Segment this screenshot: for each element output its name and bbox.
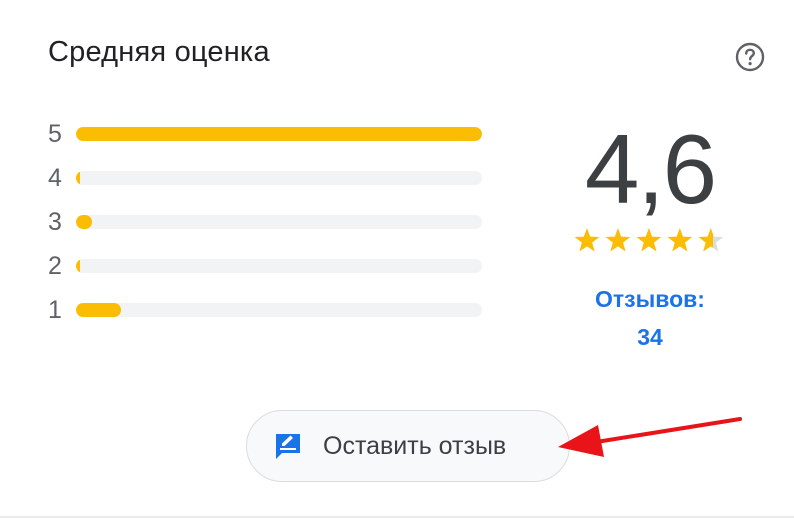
star-icon: [698, 228, 724, 252]
rating-row-label: 5: [48, 120, 62, 148]
card-title: Средняя оценка: [48, 36, 270, 68]
rating-bar-fill: [76, 215, 93, 229]
write-review-button[interactable]: Оставить отзыв: [246, 410, 570, 482]
write-review-label: Оставить отзыв: [323, 432, 507, 460]
rating-bar-track: [76, 171, 482, 185]
annotation-arrow: [558, 417, 742, 457]
star-icon: [605, 228, 631, 252]
rating-bar-fill: [76, 171, 81, 185]
rating-bar-fill: [76, 259, 81, 273]
rating-row-label: 3: [48, 208, 62, 236]
help-circle-icon[interactable]: [734, 41, 766, 73]
rating-row-5[interactable]: 5: [48, 118, 488, 162]
average-score: 4,6: [584, 114, 717, 224]
rating-row-label: 4: [48, 164, 62, 192]
rating-bar-track: [76, 303, 482, 317]
rating-bar-fill: [76, 303, 121, 317]
rating-bar-track: [76, 259, 482, 273]
star-icon: [667, 228, 693, 252]
star-icon: [636, 228, 662, 252]
rating-bar-track: [76, 215, 482, 229]
rating-row-label: 2: [48, 252, 62, 280]
rating-bar-fill: [76, 127, 482, 141]
rating-bar-track: [76, 127, 482, 141]
star-icon: [574, 228, 600, 252]
rating-row-4[interactable]: 4: [48, 162, 488, 206]
rating-distribution: 5 4 3 2 1: [48, 118, 488, 338]
rating-row-label: 1: [48, 296, 62, 324]
rating-row-2[interactable]: 2: [48, 250, 488, 294]
rate-review-icon: [276, 434, 300, 459]
reviews-count-value[interactable]: 34: [570, 324, 730, 351]
star-rating: [574, 228, 724, 252]
rating-row-3[interactable]: 3: [48, 206, 488, 250]
rating-row-1[interactable]: 1: [48, 294, 488, 338]
reviews-count-label[interactable]: Отзывов:: [570, 286, 730, 313]
bottom-divider: [0, 516, 794, 518]
